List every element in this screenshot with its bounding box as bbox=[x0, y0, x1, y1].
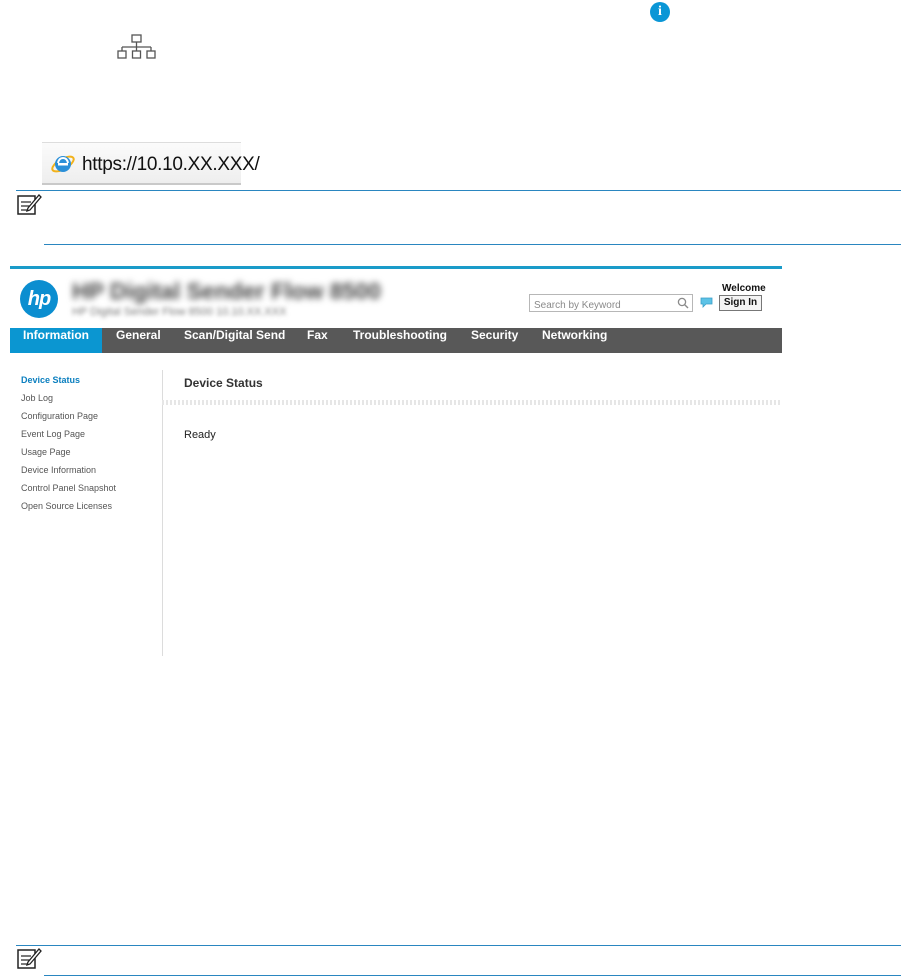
sidebar-item-device-information[interactable]: Device Information bbox=[21, 465, 96, 475]
sidebar-item-device-status[interactable]: Device Status bbox=[21, 375, 80, 385]
note-rule-bottom bbox=[44, 975, 901, 976]
feedback-icon[interactable] bbox=[700, 297, 713, 308]
note-rule-top bbox=[16, 190, 901, 191]
sidebar-item-event-log-page[interactable]: Event Log Page bbox=[21, 429, 85, 439]
search-box[interactable] bbox=[529, 294, 693, 313]
embedded-web-server-window: hp HP Digital Sender Flow 8500 HP Digita… bbox=[0, 266, 782, 656]
page-title: Device Status bbox=[184, 376, 263, 390]
hp-logo[interactable]: hp bbox=[20, 280, 58, 318]
search-icon[interactable] bbox=[677, 297, 689, 309]
tab-scan-digital-send[interactable]: Scan/Digital Send bbox=[184, 328, 285, 353]
note-icon bbox=[17, 948, 42, 969]
note-rule-top bbox=[16, 945, 901, 946]
tab-networking[interactable]: Networking bbox=[542, 328, 607, 353]
sidebar-item-configuration-page[interactable]: Configuration Page bbox=[21, 411, 98, 421]
device-subtitle: HP Digital Sender Flow 8500 10.10.XX.XXX bbox=[72, 306, 287, 318]
sidebar-item-control-panel-snapshot[interactable]: Control Panel Snapshot bbox=[21, 483, 116, 493]
main-nav-bar: Information General Scan/Digital Send Fa… bbox=[10, 328, 782, 353]
tab-troubleshooting[interactable]: Troubleshooting bbox=[353, 328, 447, 353]
device-title: HP Digital Sender Flow 8500 bbox=[72, 278, 381, 304]
internet-explorer-icon bbox=[51, 155, 75, 173]
network-icon bbox=[117, 34, 156, 59]
note-icon bbox=[17, 194, 42, 215]
welcome-text: Welcome bbox=[722, 283, 766, 294]
title-divider bbox=[162, 400, 782, 405]
note-rule-bottom bbox=[44, 244, 901, 245]
tab-information[interactable]: Information bbox=[10, 328, 102, 353]
tab-general[interactable]: General bbox=[116, 328, 161, 353]
device-status-text: Ready bbox=[184, 429, 216, 441]
browser-address-bar[interactable]: https://10.10.XX.XXX/ bbox=[42, 142, 260, 185]
search-input[interactable] bbox=[534, 298, 674, 313]
tab-security[interactable]: Security bbox=[471, 328, 518, 353]
sidebar-item-job-log[interactable]: Job Log bbox=[21, 393, 53, 403]
header-accent-bar bbox=[10, 266, 782, 269]
info-icon: i bbox=[650, 2, 670, 22]
sidebar-item-usage-page[interactable]: Usage Page bbox=[21, 447, 71, 457]
sign-in-button[interactable]: Sign In bbox=[719, 295, 762, 311]
sidebar-item-open-source-licenses[interactable]: Open Source Licenses bbox=[21, 501, 112, 511]
sidebar: Device Status Job Log Configuration Page… bbox=[0, 370, 163, 656]
url-text[interactable]: https://10.10.XX.XXX/ bbox=[82, 154, 260, 176]
tab-fax[interactable]: Fax bbox=[307, 328, 328, 353]
